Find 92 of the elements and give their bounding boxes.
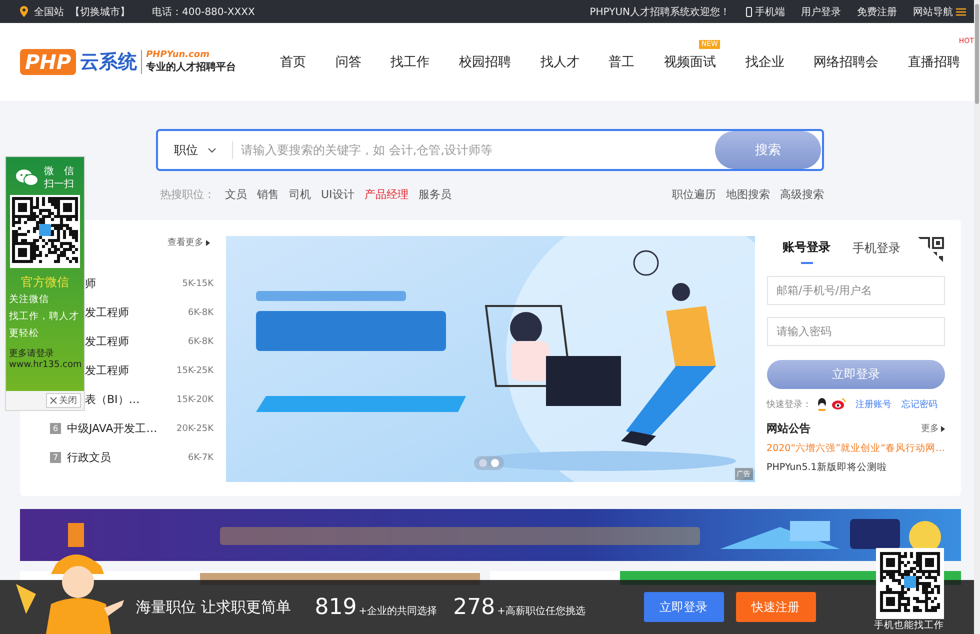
hot-search-link[interactable]: 销售	[257, 187, 279, 202]
nav-link[interactable]: 网络招聘会	[814, 53, 879, 71]
site-url: www.hr135.com	[8, 360, 83, 370]
job-title-link[interactable]: 表（BI）…	[85, 392, 177, 407]
hot-search-label: 热搜职位：	[160, 187, 215, 202]
wechat-title: 扫一扫	[44, 178, 74, 191]
wechat-text: 找工作，聘人才	[8, 310, 80, 324]
bar-button[interactable]: 立即登录	[644, 592, 724, 622]
qr-code-icon[interactable]	[917, 236, 945, 264]
qr-code	[12, 197, 78, 263]
salary-text: 6K-7K	[188, 452, 214, 462]
job-title-link[interactable]: 中级JAVA开发工…	[67, 421, 177, 436]
nav-link[interactable]: 普工	[608, 53, 635, 71]
salary-text: 5K-15K	[182, 278, 214, 288]
rank-badge: 6	[50, 423, 61, 434]
search-box[interactable]: 职位 请输入要搜索的关键字，如 会计,仓管,设计师等 搜索	[156, 129, 824, 171]
login-link[interactable]: 忘记密码	[902, 398, 938, 410]
location-label: 全国站	[34, 6, 64, 18]
location-pin-icon	[20, 6, 28, 17]
salary-text: 6K-8K	[188, 336, 214, 346]
search-mode-link[interactable]: 高级搜索	[780, 187, 824, 202]
stat-number: 278	[453, 594, 496, 620]
hot-search-link[interactable]: 司机	[289, 187, 311, 202]
top-link[interactable]: 手机端	[746, 4, 785, 18]
logo-domain: PHPYun.com	[146, 50, 210, 60]
nav-link[interactable]: 找工作	[390, 53, 430, 71]
notice-link[interactable]: PHPYun5.1新版即将公测啦	[766, 461, 945, 474]
wechat-heading: 官方微信	[21, 274, 69, 291]
job-title-link[interactable]: 发工程师	[85, 305, 188, 320]
hot-search-link[interactable]: UI设计	[321, 187, 354, 202]
salary-text: 15K-25K	[176, 366, 214, 376]
wechat-text: 更轻松	[8, 327, 40, 341]
nav-link[interactable]: 首页	[280, 53, 306, 71]
search-mode-link[interactable]: 职位遍历	[672, 187, 716, 202]
phone-number: 电话：400-880-XXXX	[152, 6, 255, 18]
triangle-right-icon	[206, 240, 210, 246]
rank-badge: 7	[50, 452, 61, 463]
username-field[interactable]: 邮箱/手机号/用户名	[766, 276, 945, 305]
hot-search-link[interactable]: 文员	[225, 187, 247, 202]
login-link[interactable]: 注册账号	[856, 398, 892, 410]
nav-link[interactable]: 找人才	[540, 53, 580, 71]
top-link[interactable]: 用户登录	[801, 4, 841, 18]
stat-number: 819	[314, 594, 357, 620]
more-link[interactable]: 更多	[921, 422, 945, 435]
scrollbar-thumb[interactable]	[975, 4, 979, 104]
bar-slogan: 海量职位 让求职更简单	[136, 598, 291, 616]
quick-login-label: 快速登录：	[766, 398, 812, 410]
notice-title: 网站公告	[766, 421, 811, 436]
nav-link[interactable]: 找企业	[745, 53, 784, 71]
close-icon	[50, 397, 57, 404]
chevron-down-icon	[208, 148, 216, 152]
logo-name: 云系统	[80, 50, 138, 75]
category-select[interactable]: 职位	[158, 141, 233, 159]
more-link[interactable]: 查看更多	[168, 236, 210, 249]
logo-slogan: 专业的人才招聘平台	[146, 60, 236, 74]
login-hint: 更多请登录	[8, 348, 55, 360]
stat-label: +高薪职位任您挑选	[497, 604, 586, 618]
job-title-link[interactable]: 发工程师	[85, 363, 177, 378]
penguin-icon[interactable]	[816, 397, 828, 411]
stat-label: +企业的共同选择	[358, 604, 438, 618]
wechat-text: 关注微信	[8, 293, 50, 307]
salary-text: 20K-25K	[176, 424, 214, 434]
welcome-text: PHPYUN人才招聘系统欢迎您！	[590, 6, 730, 18]
logo-mark: PHP	[20, 49, 76, 75]
phone-icon	[746, 6, 752, 16]
menu-icon	[956, 8, 966, 16]
nav-link[interactable]: 校园招聘	[458, 53, 511, 71]
triangle-right-icon	[941, 426, 945, 432]
qr-caption: 手机也能找工作	[874, 619, 944, 632]
close-button[interactable]: 关闭	[46, 393, 81, 408]
job-title-link[interactable]: 师	[85, 276, 182, 291]
login-tab[interactable]: 账号登录	[782, 236, 831, 266]
switch-city-link[interactable]: 【切换城市】	[70, 4, 130, 18]
wechat-icon	[16, 169, 38, 187]
eye-logo-icon[interactable]	[832, 398, 846, 410]
hot-search-link[interactable]: 服务员	[418, 187, 452, 202]
hot-search-link[interactable]: 产品经理	[364, 187, 408, 202]
top-link[interactable]: 网站导航	[913, 4, 966, 18]
password-field[interactable]: 请输入密码	[766, 317, 945, 346]
nav-link[interactable]: 视频面试	[664, 53, 716, 71]
salary-text: 15K-20K	[176, 394, 214, 404]
search-input[interactable]: 请输入要搜索的关键字，如 会计,仓管,设计师等	[233, 135, 715, 165]
nav-link[interactable]: 问答	[335, 53, 362, 71]
qr-code	[880, 552, 940, 612]
wechat-title: 微 信	[44, 165, 74, 178]
top-link[interactable]: 免费注册	[857, 4, 897, 18]
search-mode-link[interactable]: 地图搜索	[726, 187, 770, 202]
salary-text: 6K-8K	[188, 308, 214, 318]
nav-link[interactable]: 直播招聘	[908, 53, 960, 71]
job-title-link[interactable]: 发工程师	[85, 334, 188, 349]
login-tab[interactable]: 手机登录	[852, 236, 901, 266]
job-title-link[interactable]: 行政文员	[67, 450, 188, 465]
